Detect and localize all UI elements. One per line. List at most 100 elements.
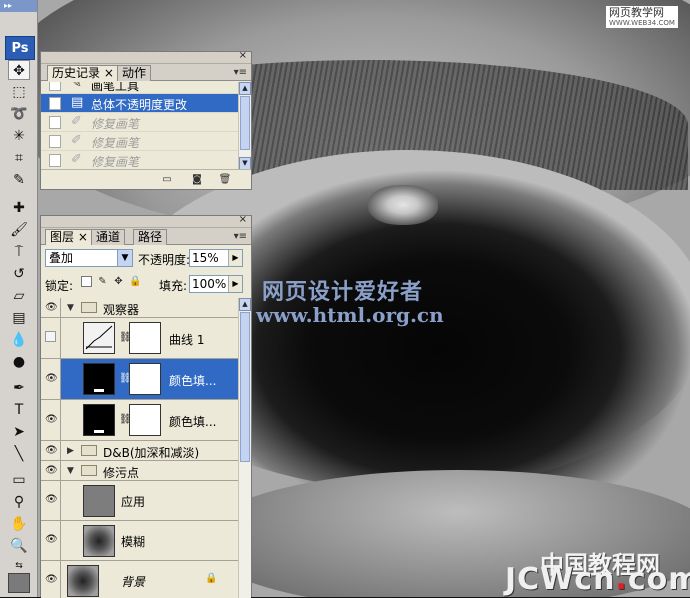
chevron-right-icon[interactable]: ▶ — [228, 250, 242, 266]
history-item[interactable]: ✐ 修复画笔 — [41, 113, 239, 132]
lock-all-icon[interactable]: 🔒 — [129, 276, 141, 287]
zoom-tool-icon[interactable]: 🔍 — [8, 536, 30, 556]
brush-tool-icon[interactable]: 🖌 — [8, 220, 30, 240]
slice-tool-icon[interactable]: ✎ — [8, 170, 30, 190]
scrollbar-thumb[interactable] — [240, 312, 250, 462]
visibility-toggle[interactable]: 👁 — [41, 561, 61, 598]
lock-transparent-pixels-icon[interactable] — [81, 276, 92, 287]
move-tool-icon[interactable]: ✥ — [8, 60, 30, 80]
panel-menu-icon[interactable]: ▾≡ — [234, 231, 247, 242]
history-snapshot-checkbox[interactable] — [49, 97, 61, 110]
scroll-up-icon[interactable]: ▲ — [239, 82, 251, 95]
marquee-tool-icon[interactable]: ⬚ — [8, 82, 30, 102]
fill-field[interactable]: 100% ▶ — [189, 275, 243, 293]
path-selection-tool-icon[interactable]: ➤ — [8, 422, 30, 442]
blend-mode-select[interactable]: 叠加 ▼ — [45, 249, 133, 267]
eraser-tool-icon[interactable]: ▱ — [8, 286, 30, 306]
trash-icon[interactable]: 🗑 — [217, 173, 233, 186]
eye-icon[interactable]: 👁 — [45, 445, 58, 456]
new-document-from-state-icon[interactable]: ▭ — [159, 173, 175, 186]
layer-blur[interactable]: 👁 模糊 — [41, 521, 239, 561]
layer-name: D&B(加深和减淡) — [103, 446, 200, 460]
history-scrollbar[interactable]: ▲ ▼ — [238, 82, 251, 170]
history-brush-tool-icon[interactable]: ↺ — [8, 264, 30, 284]
layer-curves-1[interactable]: ⛓ 曲线 1 — [41, 318, 239, 359]
eye-icon[interactable]: 👁 — [45, 574, 58, 585]
eye-icon[interactable]: 👁 — [45, 534, 58, 545]
layer-color-fill-selected[interactable]: 👁 ⛓ 颜色填... — [41, 359, 239, 400]
tab-actions[interactable]: 动作 — [117, 65, 152, 81]
foreground-color-swatch[interactable] — [8, 573, 30, 593]
history-item[interactable]: ✐ 修复画笔 — [41, 132, 239, 151]
hand-tool-icon[interactable]: ✋ — [8, 514, 30, 534]
visibility-toggle[interactable]: 👁 — [41, 461, 61, 480]
visibility-toggle[interactable]: 👁 — [41, 359, 61, 399]
chevron-right-icon[interactable]: ▶ — [228, 276, 242, 292]
visibility-toggle[interactable] — [41, 318, 61, 358]
visibility-toggle[interactable]: 👁 — [41, 400, 61, 440]
history-item[interactable]: ✐ 修复画笔 — [41, 151, 239, 170]
layer-group-observer[interactable]: 👁 ▼ 观察器 — [41, 298, 239, 318]
history-snapshot-checkbox[interactable] — [49, 82, 61, 91]
history-item-selected[interactable]: ▤ 总体不透明度更改 — [41, 94, 239, 113]
eye-icon[interactable]: 👁 — [45, 465, 58, 476]
eyedropper-tool-icon[interactable]: ⚲ — [8, 492, 30, 512]
tab-history[interactable]: 历史记录 × — [47, 65, 119, 81]
layers-panel-titlebar[interactable]: × — [41, 214, 251, 228]
chevron-down-icon[interactable]: ▼ — [117, 250, 132, 266]
layer-mask-thumbnail[interactable] — [129, 404, 161, 436]
crop-tool-icon[interactable]: ⌗ — [8, 148, 30, 168]
blur-tool-icon[interactable]: 💧 — [8, 330, 30, 350]
line-tool-icon[interactable]: ╲ — [8, 444, 30, 464]
history-panel-titlebar[interactable]: × — [41, 50, 251, 64]
close-icon[interactable]: × — [239, 50, 247, 61]
chevron-right-icon[interactable]: ▶ — [67, 446, 74, 456]
tab-paths[interactable]: 路径 — [133, 229, 168, 245]
opacity-field[interactable]: 15% ▶ — [189, 249, 243, 267]
eye-icon[interactable]: 👁 — [45, 494, 58, 505]
gradient-tool-icon[interactable]: ▤ — [8, 308, 30, 328]
scroll-up-icon[interactable]: ▲ — [239, 298, 251, 311]
chevron-down-icon[interactable]: ▼ — [67, 466, 74, 476]
close-icon[interactable]: × — [239, 214, 247, 225]
type-tool-icon[interactable]: T — [8, 400, 30, 420]
layer-group-dodge-burn[interactable]: 👁 ▶ D&B(加深和减淡) — [41, 441, 239, 461]
lasso-tool-icon[interactable]: ➰ — [8, 104, 30, 124]
history-snapshot-checkbox[interactable] — [49, 135, 61, 148]
magic-wand-tool-icon[interactable]: ✳ — [8, 126, 30, 146]
panel-menu-icon[interactable]: ▾≡ — [234, 67, 247, 78]
layer-apply[interactable]: 👁 应用 — [41, 481, 239, 521]
tab-layers[interactable]: 图层 × — [45, 229, 93, 245]
history-snapshot-checkbox[interactable] — [49, 116, 61, 129]
lock-position-icon[interactable]: ✥ — [113, 276, 124, 287]
eye-icon[interactable]: 👁 — [45, 414, 58, 425]
history-item[interactable]: ✎ 画笔工具 — [41, 82, 239, 94]
layers-scrollbar[interactable]: ▲ — [238, 298, 251, 598]
layer-mask-thumbnail[interactable] — [129, 322, 161, 354]
pen-tool-icon[interactable]: ✒ — [8, 378, 30, 398]
lock-image-pixels-icon[interactable]: ✎ — [97, 276, 108, 287]
healing-brush-tool-icon[interactable]: ✚ — [8, 198, 30, 218]
watermark-cn-site: 网页设计爱好者 — [262, 279, 424, 305]
layer-background[interactable]: 👁 背景 🔒 — [41, 561, 239, 598]
layer-color-fill[interactable]: 👁 ⛓ 颜色填... — [41, 400, 239, 441]
eye-icon[interactable]: 👁 — [45, 302, 58, 313]
clone-stamp-tool-icon[interactable]: ⍑ — [8, 242, 30, 262]
toolbar-grip[interactable]: ▸▸ — [0, 0, 37, 12]
layer-group-spot-fix[interactable]: 👁 ▼ 修污点 — [41, 461, 239, 481]
photoshop-logo[interactable]: Ps — [5, 36, 35, 60]
history-snapshot-checkbox[interactable] — [49, 154, 61, 167]
visibility-toggle[interactable]: 👁 — [41, 481, 61, 520]
dodge-tool-icon[interactable]: ● — [8, 352, 30, 372]
tab-channels[interactable]: 通道 — [91, 229, 126, 245]
scrollbar-thumb[interactable] — [240, 96, 250, 150]
visibility-empty-box[interactable] — [45, 331, 56, 342]
visibility-toggle[interactable]: 👁 — [41, 298, 61, 317]
layer-mask-thumbnail[interactable] — [129, 363, 161, 395]
eye-icon[interactable]: 👁 — [45, 373, 58, 384]
chevron-down-icon[interactable]: ▼ — [67, 303, 74, 313]
visibility-toggle[interactable]: 👁 — [41, 521, 61, 560]
new-snapshot-icon[interactable]: ◙ — [189, 173, 205, 186]
notes-tool-icon[interactable]: ▭ — [8, 470, 30, 490]
visibility-toggle[interactable]: 👁 — [41, 441, 61, 460]
